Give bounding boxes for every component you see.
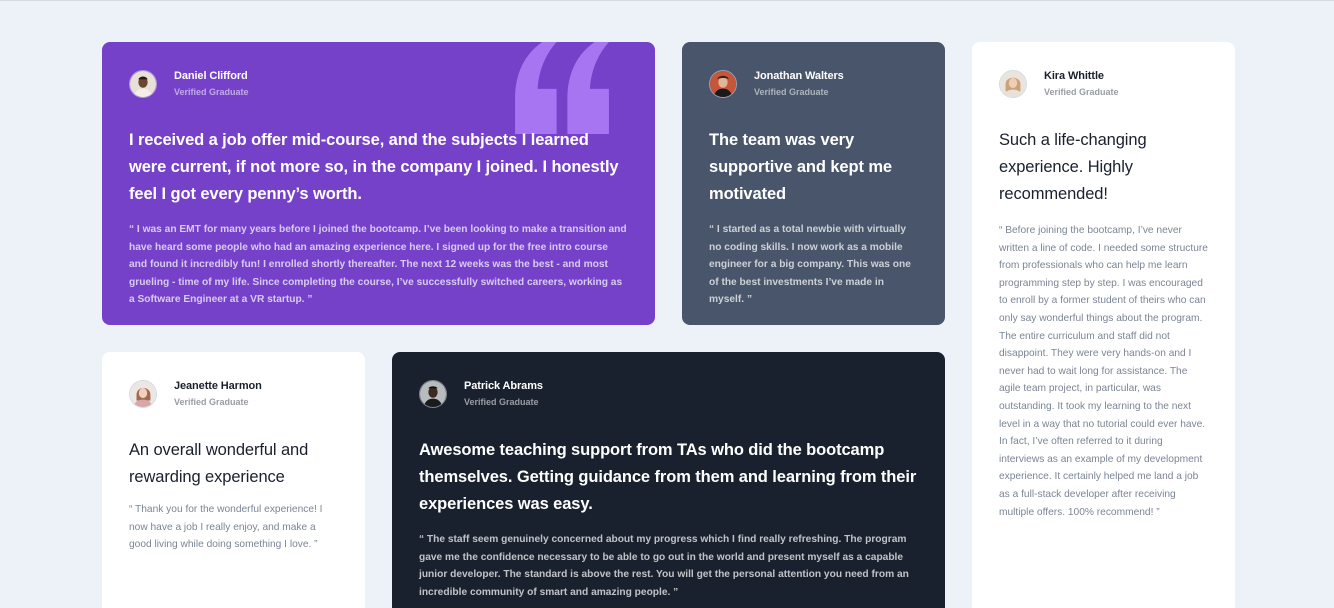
author-role: Verified Graduate (174, 397, 249, 407)
author-block: Jonathan Walters Verified Graduate (709, 69, 918, 98)
testimonial-headline: An overall wonderful and rewarding exper… (129, 441, 309, 486)
avatar (419, 379, 447, 408)
author-role: Verified Graduate (1044, 87, 1119, 97)
author-name: Jeanette Harmon (174, 380, 262, 392)
author-role: Verified Graduate (174, 87, 249, 97)
testimonial-card-jeanette: Jeanette Harmon Verified Graduate An ove… (102, 352, 365, 608)
avatar (129, 379, 157, 408)
avatar-daniel-icon (130, 70, 156, 97)
author-block: Kira Whittle Verified Graduate (999, 69, 1208, 98)
testimonial-body: “ Before joining the bootcamp, I’ve neve… (999, 225, 1208, 518)
author-role: Verified Graduate (754, 87, 829, 97)
avatar-jonathan-icon (710, 70, 736, 97)
author-block: Jeanette Harmon Verified Graduate (129, 379, 338, 408)
avatar-patrick-icon (420, 380, 446, 407)
author-name: Kira Whittle (1044, 70, 1104, 82)
testimonial-card-kira: Kira Whittle Verified Graduate Such a li… (972, 42, 1235, 608)
author-block: Daniel Clifford Verified Graduate (129, 69, 628, 98)
avatar-jeanette-icon (130, 380, 156, 407)
avatar (999, 69, 1027, 98)
author-name: Jonathan Walters (754, 70, 844, 82)
testimonial-headline: Awesome teaching support from TAs who di… (419, 441, 917, 513)
testimonial-body: “ Thank you for the wonderful experience… (129, 504, 323, 551)
testimonial-card-daniel: Daniel Clifford Verified Graduate I rece… (102, 42, 655, 325)
avatar (129, 69, 157, 98)
testimonial-headline: The team was very supportive and kept me… (709, 131, 893, 203)
avatar (709, 69, 737, 98)
testimonial-body: “ I was an EMT for many years before I j… (129, 224, 627, 306)
testimonial-headline: Such a life-changing experience. Highly … (999, 131, 1147, 203)
testimonial-body: “ I started as a total newbie with virtu… (709, 224, 911, 306)
author-name: Patrick Abrams (464, 380, 543, 392)
author-name: Daniel Clifford (174, 70, 248, 82)
testimonial-card-patrick: Patrick Abrams Verified Graduate Awesome… (392, 352, 945, 608)
testimonial-headline: I received a job offer mid-course, and t… (129, 131, 619, 203)
author-role: Verified Graduate (464, 397, 539, 407)
testimonial-body: “ The staff seem genuinely concerned abo… (419, 534, 909, 598)
avatar-kira-icon (1000, 70, 1026, 97)
testimonial-card-jonathan: Jonathan Walters Verified Graduate The t… (682, 42, 945, 325)
author-block: Patrick Abrams Verified Graduate (419, 379, 918, 408)
